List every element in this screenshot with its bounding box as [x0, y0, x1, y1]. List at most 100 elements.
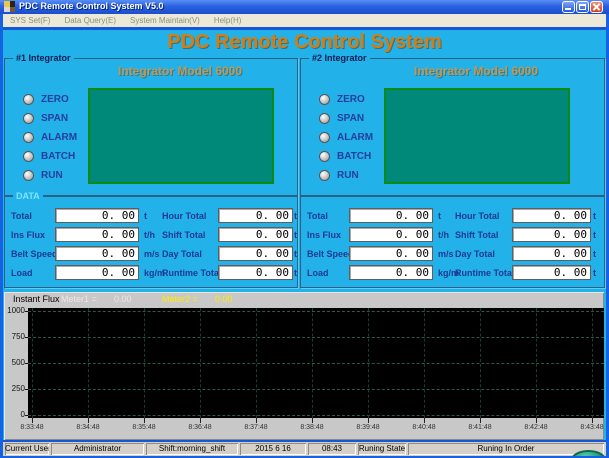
total-unit: t — [438, 211, 441, 221]
x-axis-tick-label: 8:36:48 — [188, 424, 211, 431]
alarm-led-label: ALARM — [337, 132, 373, 143]
led-row-run: RUN — [23, 169, 63, 182]
run-led-icon[interactable] — [23, 170, 34, 181]
plot-area — [28, 308, 604, 418]
led-row-run: RUN — [319, 169, 359, 182]
title-bar[interactable]: PDC Remote Control System V5.0 — [0, 0, 609, 14]
close-button[interactable] — [590, 1, 603, 13]
alarm-led-icon[interactable] — [23, 132, 34, 143]
day-total-field[interactable]: 0. 00 — [218, 246, 293, 261]
x-tick — [480, 418, 481, 423]
ins-flux-label: Ins Flux — [307, 230, 341, 240]
meter1-value: 0.00 — [114, 294, 132, 304]
shift-total-field[interactable]: 0. 00 — [512, 227, 591, 242]
load-field[interactable]: 0. 00 — [349, 265, 433, 280]
x-tick — [32, 418, 33, 423]
belt-speed-unit: m/s — [144, 249, 160, 259]
runtime-total-unit: t — [593, 268, 596, 278]
day-total-field[interactable]: 0. 00 — [512, 246, 591, 261]
x-axis-tick-label: 8:40:48 — [412, 424, 435, 431]
ins-flux-field[interactable]: 0. 00 — [55, 227, 139, 242]
x-tick — [424, 418, 425, 423]
status-running-state-label: Runing State — [358, 443, 406, 455]
integrator-2-display — [384, 88, 570, 184]
menu-data-query[interactable]: Data Query(E) — [57, 14, 123, 27]
minimize-icon — [565, 8, 571, 10]
led-row-span: SPAN — [319, 112, 364, 125]
belt-speed-field[interactable]: 0. 00 — [349, 246, 433, 261]
x-tick — [144, 418, 145, 423]
y-tick — [25, 389, 28, 390]
x-tick — [88, 418, 89, 423]
x-axis-tick-label: 8:41:48 — [468, 424, 491, 431]
batch-led-icon[interactable] — [23, 151, 34, 162]
day-total-unit: t — [593, 249, 596, 259]
gridline — [28, 337, 604, 338]
integrator-1-model-label: Integrator Model 6000 — [85, 64, 275, 78]
day-total-unit: t — [294, 249, 297, 259]
load-label: Load — [307, 268, 329, 278]
zero-led-icon[interactable] — [319, 94, 330, 105]
meter2-legend-label: Meter2 = — [162, 294, 198, 304]
total-field[interactable]: 0. 00 — [55, 208, 139, 223]
y-tick — [25, 415, 28, 416]
shift-total-label: Shift Total — [455, 230, 498, 240]
shift-total-field[interactable]: 0. 00 — [218, 227, 293, 242]
x-tick — [256, 418, 257, 423]
run-led-label: RUN — [337, 170, 359, 181]
menu-help[interactable]: Help(H) — [207, 14, 249, 27]
menu-system-maintain[interactable]: System Maintain(V) — [123, 14, 207, 27]
status-current-user-label: Current User — [5, 443, 49, 455]
belt-speed-field[interactable]: 0. 00 — [55, 246, 139, 261]
span-led-icon[interactable] — [319, 113, 330, 124]
hour-total-unit: t — [294, 211, 297, 221]
runtime-total-label: Runtime Total — [455, 268, 514, 278]
day-total-label: Day Total — [455, 249, 495, 259]
ins-flux-label: Ins Flux — [11, 230, 45, 240]
runtime-total-field[interactable]: 0. 00 — [512, 265, 591, 280]
belt-speed-label: Belt Speed — [11, 249, 58, 259]
gridline — [200, 308, 201, 418]
gridline — [28, 363, 604, 364]
menu-sys-set[interactable]: SYS Set(F) — [3, 14, 57, 27]
zero-led-icon[interactable] — [23, 94, 34, 105]
total-label: Total — [307, 211, 328, 221]
total-field[interactable]: 0. 00 — [349, 208, 433, 223]
belt-speed-label: Belt Speed — [307, 249, 354, 259]
span-led-icon[interactable] — [23, 113, 34, 124]
y-axis-tick-label: 1000 — [4, 307, 25, 315]
zero-led-label: ZERO — [337, 94, 365, 105]
app-window: PDC Remote Control System V5.0 SYS Set(F… — [0, 0, 609, 458]
gridline — [368, 308, 369, 418]
x-axis-tick-label: 8:43:48 — [580, 424, 603, 431]
load-field[interactable]: 0. 00 — [55, 265, 139, 280]
integrator-2-model-label: Integrator Model 6000 — [381, 64, 571, 78]
alarm-led-icon[interactable] — [319, 132, 330, 143]
led-row-zero: ZERO — [319, 93, 365, 106]
hour-total-field[interactable]: 0. 00 — [512, 208, 591, 223]
run-led-icon[interactable] — [319, 170, 330, 181]
y-tick — [25, 337, 28, 338]
y-axis-tick-label: 750 — [4, 333, 25, 341]
maximize-button[interactable] — [576, 1, 589, 13]
minimize-button[interactable] — [562, 1, 575, 13]
page-title: PDC Remote Control System — [3, 31, 606, 54]
total-label: Total — [11, 211, 32, 221]
ins-flux-unit: t/h — [438, 230, 449, 240]
total-unit: t — [144, 211, 147, 221]
meter1-legend-label: Meter1 = — [61, 294, 97, 304]
hour-total-field[interactable]: 0. 00 — [218, 208, 293, 223]
integrator-1-display — [88, 88, 274, 184]
x-axis-tick-label: 8:35:48 — [132, 424, 155, 431]
status-shift: Shift:morning_shift — [146, 443, 238, 455]
y-axis-tick-label: 0 — [4, 411, 25, 419]
ins-flux-field[interactable]: 0. 00 — [349, 227, 433, 242]
ins-flux-unit: t/h — [144, 230, 155, 240]
status-date: 2015 6 16 — [240, 443, 306, 455]
led-row-zero: ZERO — [23, 93, 69, 106]
status-bar: Current User Administrator Shift:morning… — [3, 442, 606, 456]
led-row-alarm: ALARM — [23, 131, 77, 144]
runtime-total-field[interactable]: 0. 00 — [218, 265, 293, 280]
integrator-2-caption: #2 Integrator — [309, 53, 370, 64]
batch-led-icon[interactable] — [319, 151, 330, 162]
